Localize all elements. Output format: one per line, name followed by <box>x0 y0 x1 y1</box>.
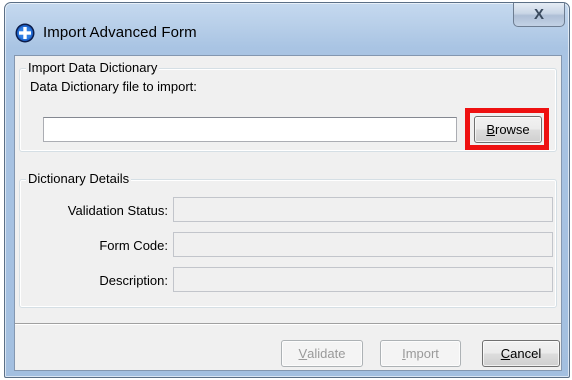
browse-button[interactable]: Browse <box>474 116 542 143</box>
description-label: Description: <box>99 273 168 288</box>
cancel-button[interactable]: Cancel <box>482 340 560 367</box>
import-data-dictionary-group: Import Data Dictionary Data Dictionary f… <box>19 60 557 152</box>
app-icon <box>15 23 35 43</box>
import-group-legend: Import Data Dictionary <box>26 60 160 75</box>
validation-status-input <box>174 198 552 221</box>
import-button[interactable]: Import <box>380 340 461 367</box>
file-to-import-label: Data Dictionary file to import: <box>30 79 197 94</box>
form-code-field <box>173 232 553 257</box>
close-icon: X <box>533 6 544 23</box>
dialog-client-area: Import Data Dictionary Data Dictionary f… <box>14 55 562 371</box>
details-group-legend: Dictionary Details <box>26 171 132 186</box>
validation-status-field <box>173 197 553 222</box>
title-bar[interactable]: Import Advanced Form X <box>5 3 569 55</box>
close-button[interactable]: X <box>513 3 565 27</box>
dialog-window: Import Advanced Form X Import Data Dicti… <box>4 2 570 378</box>
description-field <box>173 267 553 292</box>
validate-button[interactable]: Validate <box>281 340 363 367</box>
form-code-label: Form Code: <box>99 238 168 253</box>
form-code-input <box>174 233 552 256</box>
validation-status-label: Validation Status: <box>67 203 168 218</box>
file-path-input[interactable] <box>44 118 456 141</box>
description-input <box>174 268 552 291</box>
footer-separator <box>15 323 561 325</box>
window-title: Import Advanced Form <box>43 24 197 41</box>
dictionary-details-group: Dictionary Details Validation Status: Fo… <box>19 171 557 308</box>
file-path-field-wrap <box>43 117 457 142</box>
